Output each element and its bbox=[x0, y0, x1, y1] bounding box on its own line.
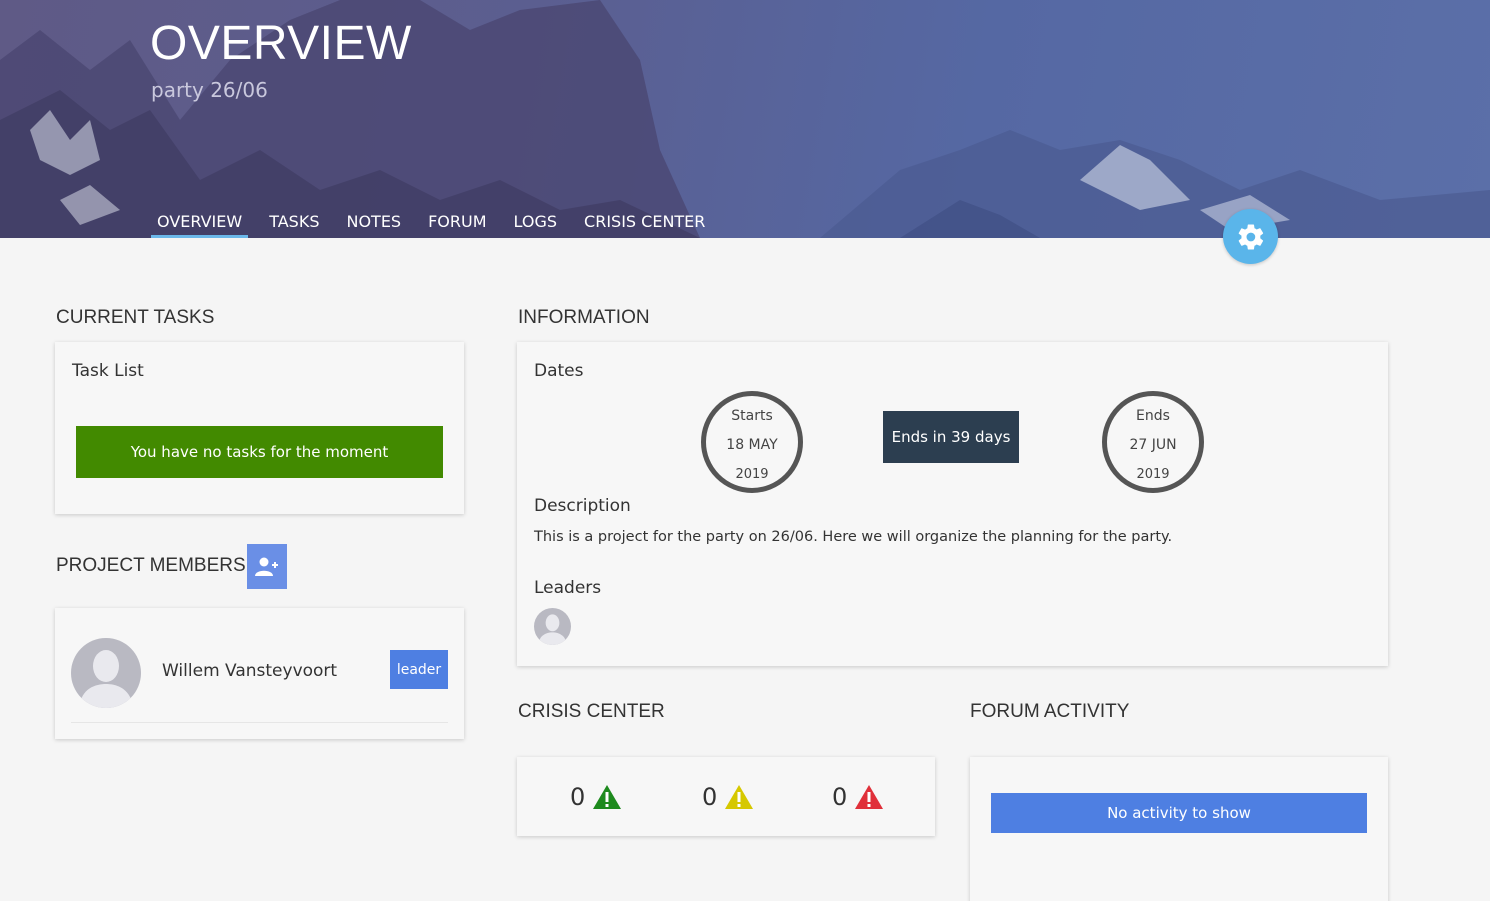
crisis-high[interactable]: 0 bbox=[832, 783, 884, 811]
leaders-title: Leaders bbox=[534, 578, 602, 598]
crisis-medium[interactable]: 0 bbox=[702, 783, 754, 811]
warning-red-icon bbox=[855, 785, 884, 809]
forum-activity-heading: FORUM ACTIVITY bbox=[970, 701, 1130, 722]
task-list-title: Task List bbox=[72, 361, 144, 381]
user-placeholder-icon bbox=[538, 614, 567, 645]
leader-avatar[interactable] bbox=[534, 608, 571, 645]
end-day-month: 27 JUN bbox=[1129, 437, 1177, 453]
warning-green-icon bbox=[593, 785, 622, 809]
start-date-circle: Starts 18 MAY 2019 bbox=[701, 391, 803, 493]
user-placeholder-icon bbox=[79, 650, 133, 708]
description-title: Description bbox=[534, 496, 631, 516]
crisis-low-count: 0 bbox=[570, 783, 586, 811]
crisis-medium-count: 0 bbox=[702, 783, 718, 811]
start-day-month: 18 MAY bbox=[726, 437, 778, 453]
settings-button[interactable] bbox=[1223, 209, 1278, 264]
project-name: party 26/06 bbox=[151, 78, 268, 102]
page-title: OVERVIEW bbox=[150, 17, 412, 70]
description-text: This is a project for the party on 26/06… bbox=[534, 529, 1173, 545]
information-card: Dates Starts 18 MAY 2019 Ends in 39 days… bbox=[517, 342, 1388, 666]
role-badge: leader bbox=[390, 650, 448, 689]
add-member-button[interactable] bbox=[247, 544, 287, 589]
crisis-low[interactable]: 0 bbox=[570, 783, 622, 811]
gear-icon bbox=[1238, 223, 1263, 250]
start-year: 2019 bbox=[735, 467, 769, 482]
tab-forum[interactable]: FORUM bbox=[422, 212, 492, 238]
current-tasks-heading: CURRENT TASKS bbox=[56, 307, 215, 328]
member-name[interactable]: Willem Vansteyvoort bbox=[162, 661, 337, 681]
divider bbox=[71, 722, 448, 723]
start-label: Starts bbox=[731, 408, 773, 424]
add-user-icon bbox=[255, 557, 278, 576]
project-members-heading: PROJECT MEMBERS bbox=[56, 555, 246, 576]
crisis-center-card: 0 0 0 bbox=[517, 757, 935, 836]
task-list-card: Task List You have no tasks for the mome… bbox=[55, 342, 464, 514]
avatar bbox=[71, 638, 141, 708]
end-year: 2019 bbox=[1136, 467, 1170, 482]
members-card: Willem Vansteyvoort leader bbox=[55, 608, 464, 739]
forum-activity-card: No activity to show bbox=[970, 757, 1388, 901]
end-label: Ends bbox=[1136, 408, 1170, 424]
no-activity-message: No activity to show bbox=[991, 793, 1367, 833]
crisis-high-count: 0 bbox=[832, 783, 848, 811]
tab-tasks[interactable]: TASKS bbox=[263, 212, 325, 238]
countdown-badge: Ends in 39 days bbox=[883, 411, 1019, 463]
warning-yellow-icon bbox=[725, 785, 754, 809]
end-date-circle: Ends 27 JUN 2019 bbox=[1102, 391, 1204, 493]
no-tasks-message: You have no tasks for the moment bbox=[76, 426, 443, 478]
tab-logs[interactable]: LOGS bbox=[508, 212, 564, 238]
dates-title: Dates bbox=[534, 361, 584, 381]
information-heading: INFORMATION bbox=[518, 307, 650, 328]
tab-overview[interactable]: OVERVIEW bbox=[151, 212, 249, 238]
tab-bar: OVERVIEW TASKS NOTES FORUM LOGS CRISIS C… bbox=[151, 212, 726, 238]
crisis-center-heading: CRISIS CENTER bbox=[518, 701, 665, 722]
tab-notes[interactable]: NOTES bbox=[340, 212, 407, 238]
header-banner: OVERVIEW party 26/06 OVERVIEW TASKS NOTE… bbox=[0, 0, 1490, 238]
tab-crisis-center[interactable]: CRISIS CENTER bbox=[578, 212, 711, 238]
